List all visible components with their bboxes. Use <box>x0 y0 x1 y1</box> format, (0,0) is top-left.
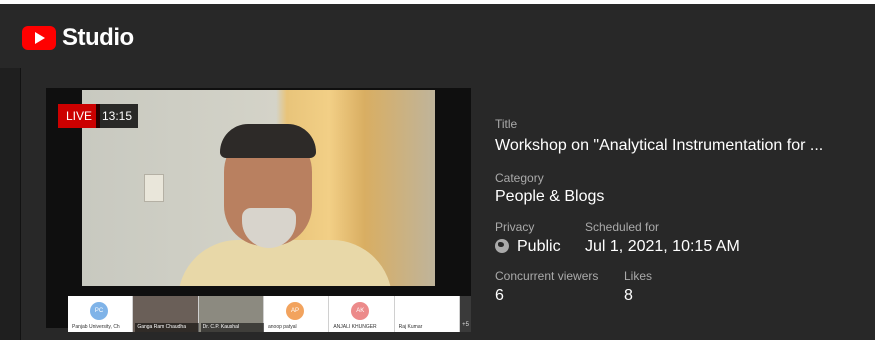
wall-switch <box>144 174 164 202</box>
scheduled-label: Scheduled for <box>585 220 660 234</box>
scheduled-value: Jul 1, 2021, 10:15 AM <box>585 238 740 255</box>
studio-logo[interactable]: Studio <box>22 24 134 52</box>
privacy-value: Public <box>495 238 561 256</box>
participant-avatar: PC <box>90 302 108 320</box>
participant-tile: Raj Kumar <box>394 296 460 332</box>
elapsed-time: 13:15 <box>96 104 139 128</box>
participant-name: Dr. C.P. Kaushal <box>200 323 265 332</box>
category-label: Category <box>495 171 544 185</box>
participant-tile: PC Panjab University, Ch <box>68 296 134 332</box>
participant-tile: AP anoop patyal <box>263 296 330 332</box>
participant-name: Raj Kumar <box>398 324 423 330</box>
participant-tile: Dr. C.P. Kaushal <box>198 296 265 332</box>
participant-name: Ganga Ram Chaudha <box>135 323 200 332</box>
participant-strip: PC Panjab University, Ch Ganga Ram Chaud… <box>68 296 460 332</box>
title-value: Workshop on "Analytical Instrumentation … <box>495 137 824 154</box>
category-value: People & Blogs <box>495 188 605 205</box>
presenter-body <box>178 240 392 286</box>
privacy-label: Privacy <box>495 220 535 234</box>
more-participants: +5 <box>460 296 471 332</box>
globe-icon <box>495 239 509 253</box>
likes-label: Likes <box>624 269 653 283</box>
youtube-play-icon <box>22 26 56 50</box>
participant-avatar: AK <box>351 302 370 320</box>
title-label: Title <box>495 117 518 131</box>
likes-value: 8 <box>624 287 633 304</box>
presenter-hair <box>220 124 316 158</box>
live-badge: LIVE <box>58 104 101 128</box>
participant-avatar: AP <box>285 302 304 320</box>
participant-tile: Ganga Ram Chaudha <box>133 296 200 332</box>
participant-name: ANJALI KHUNGER <box>333 324 377 330</box>
participant-name: Panjab University, Ch <box>72 324 120 330</box>
participant-tile: AK ANJALI KHUNGER <box>329 296 395 332</box>
top-bar: Studio <box>0 4 875 68</box>
participant-name: anoop patyal <box>267 324 297 330</box>
privacy-text: Public <box>517 238 561 255</box>
logo-text: Studio <box>62 24 134 51</box>
viewers-label: Concurrent viewers <box>495 269 599 283</box>
viewers-value: 6 <box>495 287 504 304</box>
